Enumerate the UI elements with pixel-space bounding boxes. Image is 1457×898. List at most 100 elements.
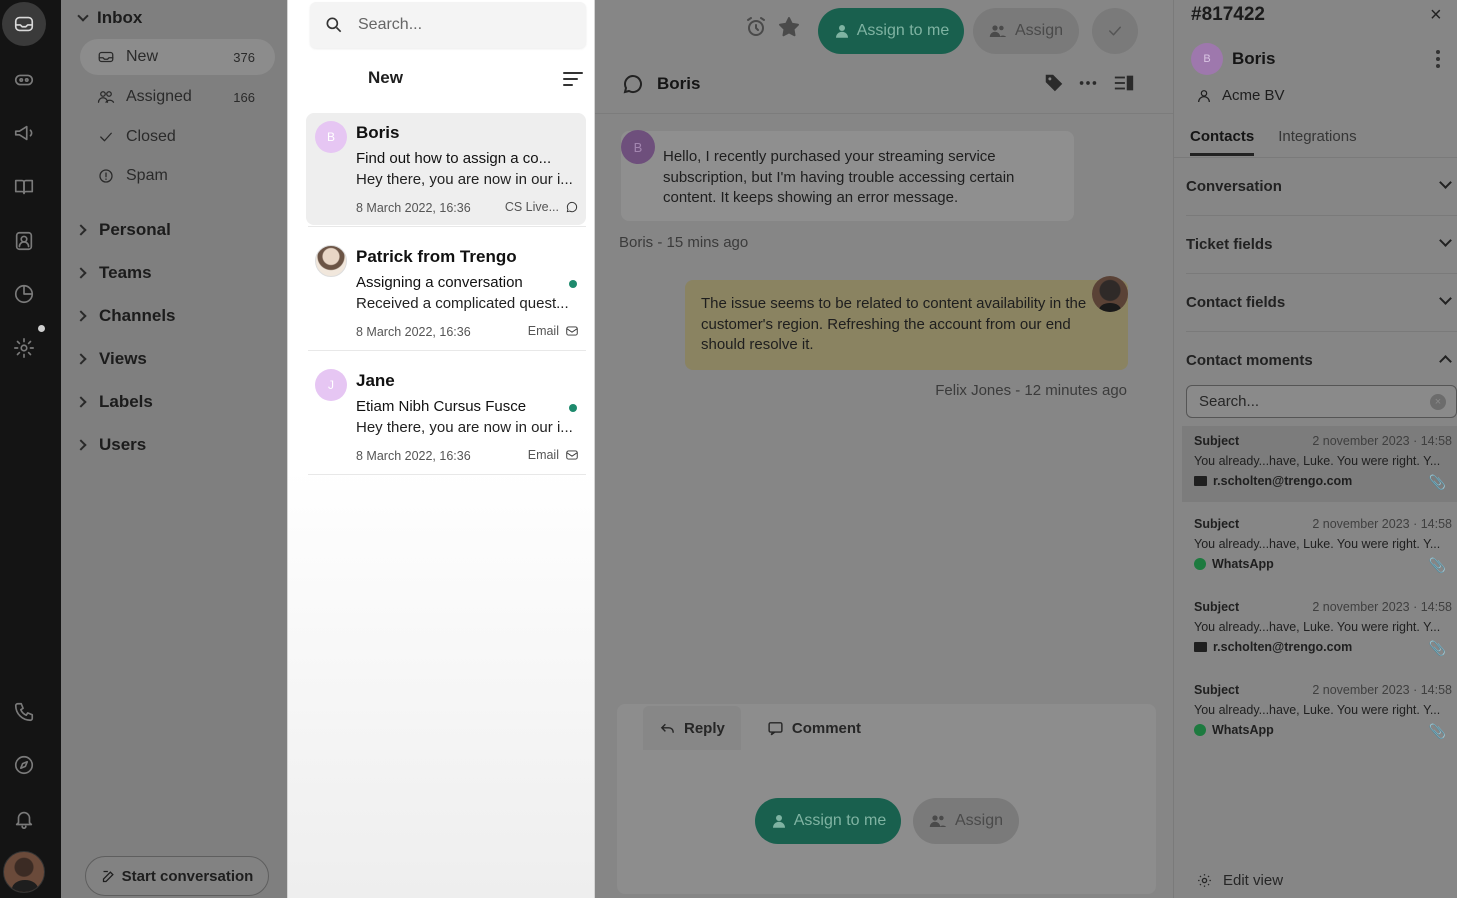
nav-group-views[interactable]: Views	[75, 349, 147, 369]
channel-label: r.scholten@trengo.com	[1213, 474, 1353, 488]
tag-icon[interactable]	[1043, 72, 1065, 99]
user-icon	[835, 25, 848, 38]
conversation-card[interactable]: B Boris Find out how to assign a co... H…	[306, 113, 586, 225]
megaphone-icon[interactable]	[10, 119, 38, 147]
nav-group-labels[interactable]: Labels	[75, 392, 153, 412]
tab-comment[interactable]: Comment	[751, 706, 877, 750]
moments-search[interactable]: ×	[1186, 385, 1457, 418]
tab-contacts[interactable]: Contacts	[1190, 128, 1255, 156]
company-row[interactable]: Acme BV	[1196, 87, 1285, 104]
reports-icon[interactable]	[10, 280, 38, 308]
divider	[308, 350, 586, 351]
assign-button[interactable]: Assign	[973, 8, 1079, 54]
message-meta: Felix Jones - 12 minutes ago	[935, 382, 1127, 399]
nav-item-closed[interactable]: Closed	[80, 119, 275, 155]
conversation-card[interactable]: J Jane Etiam Nibh Cursus Fusce Hey there…	[306, 361, 586, 473]
contact-moment[interactable]: Subject 2 november 2023 · 14:58 You alre…	[1182, 675, 1457, 751]
unread-dot	[569, 280, 577, 288]
avatar: J	[315, 369, 347, 401]
card-date: 8 March 2022, 16:36	[356, 201, 471, 215]
contact-moment[interactable]: Subject 2 november 2023 · 14:58 You alre…	[1182, 509, 1457, 585]
moment-channel: WhatsApp	[1194, 723, 1274, 737]
book-icon[interactable]	[10, 173, 38, 201]
edit-view-button[interactable]: Edit view	[1196, 872, 1283, 889]
chevron-right-icon	[75, 396, 87, 408]
contacts-icon[interactable]	[10, 227, 38, 255]
nav-item-assigned[interactable]: Assigned 166	[80, 79, 275, 115]
section-ticket-fields[interactable]: Ticket fields	[1186, 234, 1457, 274]
attachment-icon: 📎	[1428, 474, 1446, 490]
tab-label: Comment	[791, 719, 862, 737]
chevron-right-icon	[75, 267, 87, 279]
company-name: Acme BV	[1222, 87, 1285, 104]
conversation-header: Boris	[595, 62, 1173, 114]
inbox-icon[interactable]	[2, 2, 46, 46]
nav-group-label: Views	[99, 349, 147, 368]
search-bar[interactable]	[310, 2, 586, 48]
assign-to-me-button[interactable]: Assign to me	[755, 798, 901, 844]
card-date: 8 March 2022, 16:36	[356, 449, 471, 463]
section-contact-fields[interactable]: Contact fields	[1186, 292, 1457, 332]
nav-group-users[interactable]: Users	[75, 435, 146, 455]
close-ticket-button[interactable]	[1092, 8, 1138, 54]
moment-date: 2 november 2023 · 14:58	[1312, 600, 1452, 614]
incoming-message: B Hello, I recently purchased your strea…	[621, 130, 1074, 221]
moment-date: 2 november 2023 · 14:58	[1312, 683, 1452, 697]
assign-to-me-button[interactable]: Assign to me	[818, 8, 964, 54]
moment-channel: WhatsApp	[1194, 557, 1274, 571]
nav-item-spam[interactable]: Spam	[80, 158, 275, 194]
contact-name[interactable]: Boris	[1232, 49, 1275, 69]
chat-icon	[621, 72, 645, 101]
tab-reply[interactable]: Reply	[643, 706, 741, 750]
avatar	[315, 245, 347, 277]
mail-icon	[1194, 476, 1207, 486]
start-conversation-label: Start conversation	[121, 867, 254, 885]
attachment-icon: 📎	[1428, 557, 1446, 573]
contact-moment[interactable]: Subject 2 november 2023 · 14:58 You alre…	[1182, 426, 1457, 502]
section-conversation[interactable]: Conversation	[1186, 176, 1457, 216]
moments-search-input[interactable]	[1187, 386, 1417, 410]
compass-icon[interactable]	[10, 751, 38, 779]
nav-group-channels[interactable]: Channels	[75, 306, 176, 326]
sort-icon[interactable]	[563, 72, 583, 90]
gear-icon	[1198, 874, 1211, 887]
inbox-header[interactable]: Inbox	[77, 8, 142, 28]
nav-group-label: Personal	[99, 220, 171, 239]
users-icon	[989, 25, 1007, 37]
channel-label: WhatsApp	[1212, 557, 1274, 571]
assign-button[interactable]: Assign	[913, 798, 1019, 844]
nav-item-new[interactable]: New 376	[80, 39, 275, 75]
nav-group-personal[interactable]: Personal	[75, 220, 171, 240]
assign-label: Assign	[1014, 22, 1064, 39]
search-input[interactable]	[358, 16, 568, 34]
agent-avatar	[1092, 276, 1128, 312]
section-contact-moments[interactable]: Contact moments	[1186, 352, 1457, 376]
bot-icon[interactable]	[10, 66, 38, 94]
settings-icon[interactable]	[10, 334, 38, 362]
nav-group-label: Labels	[99, 392, 153, 411]
bell-icon[interactable]	[10, 805, 38, 833]
clear-icon[interactable]: ×	[1430, 394, 1446, 410]
user-avatar[interactable]	[3, 851, 45, 893]
contact-moment[interactable]: Subject 2 november 2023 · 14:58 You alre…	[1182, 592, 1457, 668]
message-text: Hello, I recently purchased your streami…	[663, 148, 1015, 206]
kebab-menu-icon[interactable]	[1436, 50, 1440, 71]
star-icon[interactable]	[777, 15, 801, 44]
check-icon	[96, 128, 116, 146]
snooze-icon[interactable]	[744, 15, 768, 44]
folder-nav: Inbox New 376 Assigned 166 Closed Spam P…	[61, 0, 287, 898]
conversation-card[interactable]: Patrick from Trengo Assigning a conversa…	[306, 237, 586, 349]
channel-label: r.scholten@trengo.com	[1213, 640, 1353, 654]
close-icon[interactable]: ×	[1430, 4, 1442, 27]
nav-group-teams[interactable]: Teams	[75, 263, 152, 283]
start-conversation-button[interactable]: Start conversation	[85, 856, 269, 896]
tab-integrations[interactable]: Integrations	[1278, 128, 1356, 156]
alert-icon	[96, 167, 116, 185]
card-preview: Hey there, you are now in our i...	[356, 419, 573, 436]
sidebar-toggle-icon[interactable]	[1113, 72, 1135, 99]
chevron-down-icon	[1439, 292, 1452, 305]
contact-name: Boris	[657, 74, 701, 93]
moment-channel: r.scholten@trengo.com	[1194, 640, 1352, 654]
more-icon[interactable]	[1077, 72, 1099, 99]
phone-icon[interactable]	[10, 698, 38, 726]
